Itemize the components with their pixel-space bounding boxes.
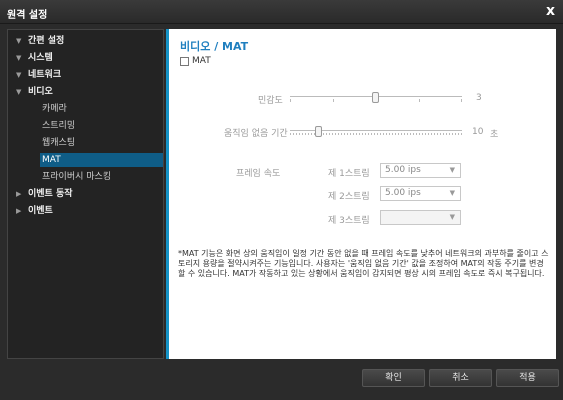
inactivity-period-value: 10 <box>472 127 484 137</box>
sensitivity-label: 민감도 <box>258 96 283 106</box>
stream-1-label: 제 1스트림 <box>328 169 370 179</box>
mat-checkbox-label: MAT <box>192 56 211 66</box>
inactivity-period-label: 움직임 없음 기간 <box>224 129 288 139</box>
nav-item-video[interactable]: ▼ 비디오 <box>16 85 53 99</box>
slider-tick <box>461 99 462 102</box>
nav-item-quick-setup[interactable]: ▼ 간편 설정 <box>16 34 64 48</box>
frame-rate-label: 프레임 속도 <box>236 169 281 179</box>
mat-checkbox[interactable] <box>180 56 189 66</box>
sensitivity-slider[interactable] <box>290 92 462 103</box>
triangle-down-icon: ▼ <box>16 71 22 79</box>
stream-2-frame-rate-select[interactable]: 5.00 ips ▼ <box>380 186 461 201</box>
settings-nav: ▼ 간편 설정 ▼ 시스템 ▼ 네트워크 ▼ 비디오 카메라 스트리밍 웹캐스팅 MAT… <box>7 29 164 359</box>
stream-1-frame-rate-select[interactable]: 5.00 ips ▼ <box>380 163 461 178</box>
nav-item-system[interactable]: ▼ 시스템 <box>16 51 53 65</box>
slider-tick <box>290 99 291 102</box>
triangle-right-icon: ▶ <box>16 207 22 215</box>
nav-item-event[interactable]: ▶ 이벤트 <box>16 204 53 218</box>
mat-description-note: *MAT 기능은 화면 상의 움직임이 일정 기간 동안 없을 때 프레임 속도… <box>178 249 549 278</box>
sensitivity-value: 3 <box>476 93 482 103</box>
triangle-down-icon: ▼ <box>16 54 22 62</box>
dialog-footer: 확인 취소 적용 <box>0 362 563 400</box>
slider-tick <box>419 99 420 102</box>
stream-2-label: 제 2스트림 <box>328 192 370 202</box>
page-title: 비디오 / MAT <box>180 40 249 53</box>
mat-settings-panel: 비디오 / MAT MAT 민감도 3 움직임 없음 기간 10 초 프레임 속… <box>166 29 556 359</box>
triangle-right-icon: ▶ <box>16 190 22 198</box>
triangle-down-icon: ▼ <box>16 88 22 96</box>
title-bar: 원격 설정 x <box>0 0 563 24</box>
apply-button[interactable]: 적용 <box>496 369 559 387</box>
slider-thumb[interactable] <box>372 92 379 103</box>
stream-3-frame-rate-select[interactable]: ▼ <box>380 210 461 225</box>
chevron-down-icon: ▼ <box>449 189 455 197</box>
stream-3-label: 제 3스트림 <box>328 216 370 226</box>
slider-thumb[interactable] <box>315 126 322 137</box>
confirm-button[interactable]: 확인 <box>362 369 425 387</box>
nav-item-event-action[interactable]: ▶ 이벤트 동작 <box>16 187 73 201</box>
nav-item-network[interactable]: ▼ 네트워크 <box>16 68 61 82</box>
inactivity-period-slider[interactable] <box>290 126 462 137</box>
nav-item-webcasting[interactable]: 웹캐스팅 <box>42 136 75 150</box>
close-icon[interactable]: x <box>546 3 555 19</box>
window-title: 원격 설정 <box>7 10 48 21</box>
triangle-down-icon: ▼ <box>16 37 22 45</box>
nav-item-camera[interactable]: 카메라 <box>42 102 67 116</box>
slider-tick <box>333 99 334 102</box>
nav-item-mat[interactable]: MAT <box>40 153 163 167</box>
mat-toggle: MAT <box>180 56 211 66</box>
nav-item-streaming[interactable]: 스트리밍 <box>42 119 75 133</box>
nav-item-privacy-masking[interactable]: 프라이버시 마스킹 <box>42 170 111 184</box>
inactivity-period-unit: 초 <box>490 130 499 140</box>
chevron-down-icon: ▼ <box>449 166 455 174</box>
chevron-down-icon: ▼ <box>449 213 455 221</box>
cancel-button[interactable]: 취소 <box>429 369 492 387</box>
